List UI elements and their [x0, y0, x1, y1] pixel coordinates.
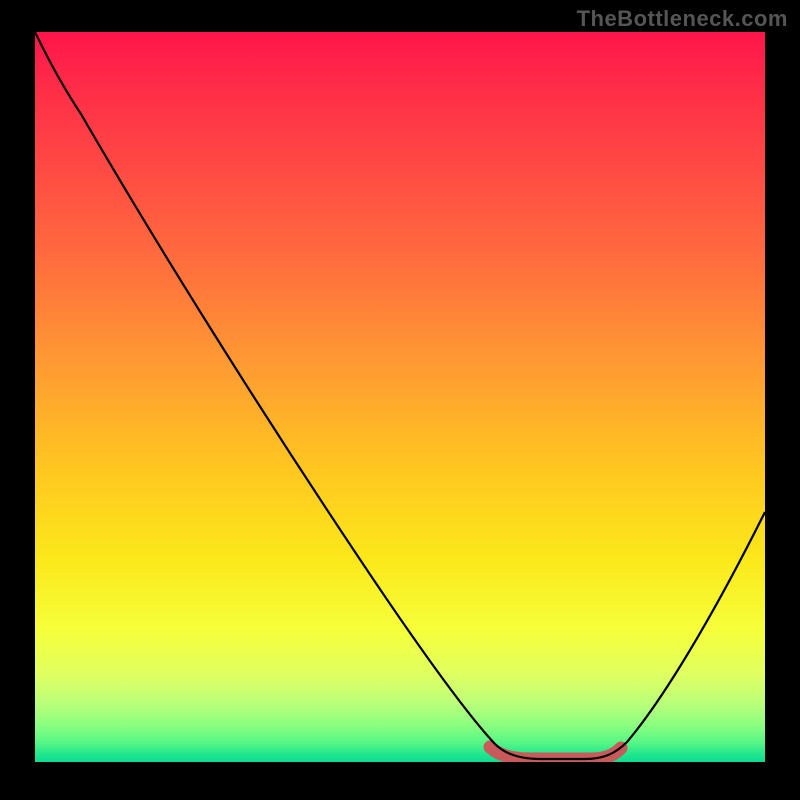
bottleneck-curve	[35, 32, 765, 759]
bottleneck-curve-svg	[35, 32, 765, 762]
plot-area	[35, 32, 765, 762]
chart-container: TheBottleneck.com	[0, 0, 800, 800]
watermark-text: TheBottleneck.com	[577, 6, 788, 32]
